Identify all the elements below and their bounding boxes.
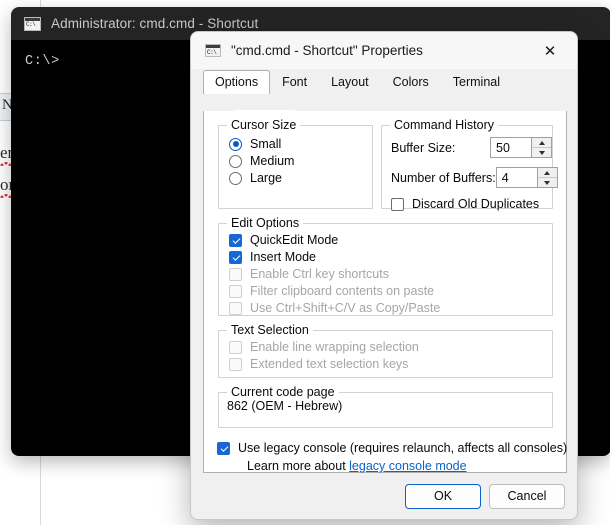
dialog-title: "cmd.cmd - Shortcut" Properties [231,43,531,58]
properties-dialog[interactable]: C:\ "cmd.cmd - Shortcut" Properties ✕ Op… [190,31,578,520]
buffer-size-label: Buffer Size: [391,141,490,155]
buffer-size-spin-down[interactable] [532,148,551,157]
group-current-code-page-label: Current code page [227,385,339,399]
checkbox-discard-old-duplicates[interactable] [391,198,404,211]
enable-line-wrapping-selection-label: Enable line wrapping selection [250,340,419,354]
buffer-size-spin-up[interactable] [532,138,551,148]
number-of-buffers-stepper[interactable]: 4 [496,167,558,188]
field-buffer-size: Buffer Size: 50 [391,137,552,158]
radio-medium-label: Medium [250,154,294,168]
dialog-button-bar: OK Cancel [191,473,577,519]
legacy-console-mode-link[interactable]: legacy console mode [349,459,466,473]
discard-old-duplicates-label: Discard Old Duplicates [412,197,539,211]
quickedit-mode-label: QuickEdit Mode [250,233,338,247]
checkbox-row-enable-ctrl-key-shortcuts: Enable Ctrl key shortcuts [229,267,552,281]
learn-more-row: Learn more about legacy console mode [247,459,567,473]
number-of-buffers-spin-buttons[interactable] [537,168,557,187]
group-edit-options-label: Edit Options [227,216,303,230]
checkbox-row-use-legacy-console[interactable]: Use legacy console (requires relaunch, a… [217,441,567,455]
tab-layout[interactable]: Layout [319,70,381,94]
enable-ctrl-key-shortcuts-label: Enable Ctrl key shortcuts [250,267,389,281]
ok-button[interactable]: OK [405,484,481,509]
cancel-button[interactable]: Cancel [489,484,565,509]
group-text-selection: Text Selection Enable line wrapping sele… [218,330,553,378]
extended-text-selection-keys-label: Extended text selection keys [250,357,408,371]
cmd-icon: C:\ [24,17,41,31]
buffer-size-stepper[interactable]: 50 [490,137,552,158]
checkbox-row-enable-line-wrapping-selection: Enable line wrapping selection [229,340,552,354]
cmd-icon: C:\ [205,44,221,57]
group-command-history-label: Command History [390,118,498,132]
radio-medium[interactable] [229,155,242,168]
checkbox-row-quickedit-mode[interactable]: QuickEdit Mode [229,233,552,247]
tab-colors[interactable]: Colors [381,70,441,94]
checkbox-row-discard-old-duplicates[interactable]: Discard Old Duplicates [391,197,552,211]
group-cursor-size-label: Cursor Size [227,118,300,132]
group-text-selection-label: Text Selection [227,323,313,337]
tab-panel-options: Cursor Size Small Medium Large Command H… [203,111,567,473]
radio-large-label: Large [250,171,282,185]
tab-font[interactable]: Font [270,70,319,94]
insert-mode-label: Insert Mode [250,250,316,264]
dialog-titlebar[interactable]: C:\ "cmd.cmd - Shortcut" Properties ✕ [191,32,577,69]
number-of-buffers-spin-up[interactable] [538,168,557,178]
number-of-buffers-label: Number of Buffers: [391,171,496,185]
radio-row-large[interactable]: Large [229,171,372,185]
number-of-buffers-input[interactable]: 4 [497,168,537,187]
checkbox-row-extended-text-selection-keys: Extended text selection keys [229,357,552,371]
radio-row-small[interactable]: Small [229,137,372,151]
group-current-code-page: Current code page 862 (OEM - Hebrew) [218,392,553,428]
group-command-history: Command History Buffer Size: 50 Number o… [381,125,553,209]
filter-clipboard-contents-label: Filter clipboard contents on paste [250,284,434,298]
radio-large[interactable] [229,172,242,185]
field-number-of-buffers: Number of Buffers: 4 [391,167,552,188]
checkbox-row-use-ctrl-shift-copy-paste: Use Ctrl+Shift+C/V as Copy/Paste [229,301,552,315]
group-cursor-size: Cursor Size Small Medium Large [218,125,373,209]
use-ctrl-shift-copy-paste-label: Use Ctrl+Shift+C/V as Copy/Paste [250,301,440,315]
tab-strip[interactable]: Options Font Layout Colors Terminal [203,69,577,93]
learn-more-prefix: Learn more about [247,459,349,473]
use-legacy-console-label: Use legacy console (requires relaunch, a… [238,441,567,455]
checkbox-row-filter-clipboard-contents: Filter clipboard contents on paste [229,284,552,298]
checkbox-enable-line-wrapping-selection [229,341,242,354]
checkbox-extended-text-selection-keys [229,358,242,371]
close-icon[interactable]: ✕ [531,36,569,66]
tab-options[interactable]: Options [203,70,270,94]
checkbox-use-legacy-console[interactable] [217,442,230,455]
radio-small[interactable] [229,138,242,151]
checkbox-insert-mode[interactable] [229,251,242,264]
radio-small-label: Small [250,137,281,151]
tab-terminal[interactable]: Terminal [441,70,512,94]
number-of-buffers-spin-down[interactable] [538,178,557,187]
buffer-size-input[interactable]: 50 [491,138,531,157]
group-edit-options: Edit Options QuickEdit Mode Insert Mode … [218,223,553,316]
checkbox-quickedit-mode[interactable] [229,234,242,247]
checkbox-enable-ctrl-key-shortcuts [229,268,242,281]
checkbox-filter-clipboard-contents [229,285,242,298]
console-window-title: Administrator: cmd.cmd - Shortcut [51,16,258,31]
checkbox-use-ctrl-shift-copy-paste [229,302,242,315]
buffer-size-spin-buttons[interactable] [531,138,551,157]
checkbox-row-insert-mode[interactable]: Insert Mode [229,250,552,264]
radio-row-medium[interactable]: Medium [229,154,372,168]
